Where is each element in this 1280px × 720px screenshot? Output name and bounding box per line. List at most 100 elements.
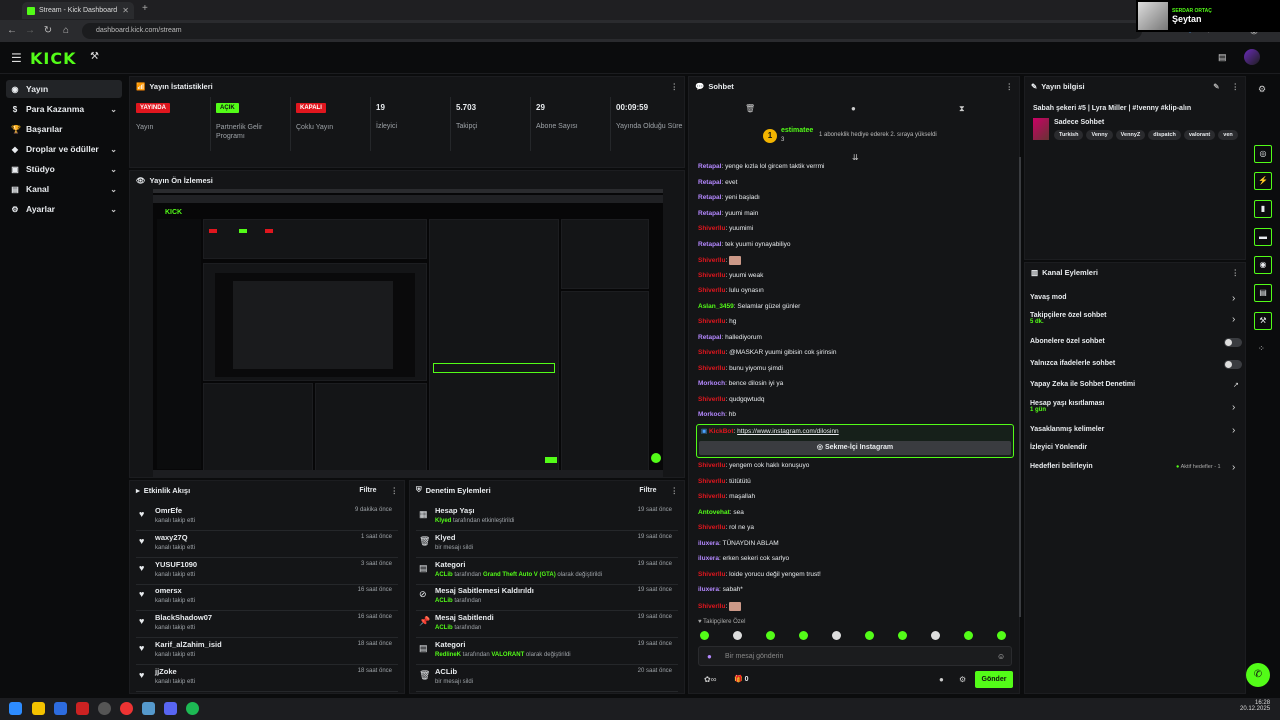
activity-row[interactable]: ♥ YUSUF1090 kanalı takip etti 3 saat önce — [136, 559, 398, 585]
moderation-row[interactable]: 📌 Mesaj Sabitlendi ACLib tarafından 19 saat… — [416, 612, 678, 639]
activity-user[interactable]: jjZoke — [155, 667, 177, 676]
chat-username[interactable]: Shiverllu — [698, 349, 725, 356]
chat-username[interactable]: Retapal — [698, 210, 721, 217]
chevron-down-icon[interactable]: ⌄ — [110, 205, 117, 214]
moderation-more-icon[interactable]: ⋮ — [671, 486, 679, 495]
toggle-switch[interactable] — [1224, 360, 1242, 369]
new-tab-button[interactable]: + — [142, 3, 148, 14]
emote-icon[interactable] — [733, 631, 742, 640]
sidebar-item-1[interactable]: $ Para Kazanma ⌄ — [6, 100, 122, 118]
chat-username[interactable]: Retapal — [698, 163, 721, 170]
chat-username[interactable]: Antovehat — [698, 509, 730, 516]
emote-icon[interactable] — [799, 631, 808, 640]
stream-tag[interactable]: VennyZ — [1115, 130, 1146, 140]
gear-icon[interactable]: ⚙ — [959, 675, 966, 684]
reload-icon[interactable]: ↻ — [42, 25, 54, 37]
external-link-icon[interactable]: ↗ — [1233, 381, 1239, 389]
chat-username[interactable]: Shiverllu — [698, 318, 725, 325]
chat-input[interactable]: ● Bir mesaj gönderin ☺ — [698, 646, 1012, 666]
edit-icon[interactable]: ✎ — [1213, 82, 1219, 91]
chat-username[interactable]: Retapal — [698, 334, 721, 341]
activity-user[interactable]: Karif_alZahim_isid — [155, 640, 222, 649]
chat-username[interactable]: iluxera — [698, 540, 719, 547]
pin-collapse-icon[interactable]: ⇊ — [852, 153, 859, 162]
sidebar-item-4[interactable]: ▣ Stüdyo ⌄ — [6, 160, 122, 178]
activity-row[interactable]: ♥ jjZoke kanalı takip etti 18 saat önce — [136, 666, 398, 692]
chat-username[interactable]: Shiverllu — [698, 396, 725, 403]
clock[interactable]: 16:28 20.12.2025 — [1240, 700, 1270, 712]
send-button[interactable]: Gönder — [975, 671, 1013, 688]
sidebar-item-3[interactable]: ◆ Droplar ve ödüller ⌄ — [6, 140, 122, 158]
channel-action-0[interactable]: Yavaş mod — [1030, 294, 1067, 301]
chat-username[interactable]: Shiverllu — [698, 603, 725, 610]
discord-icon[interactable] — [164, 702, 177, 715]
emote-icon[interactable] — [997, 631, 1006, 640]
stats-more-icon[interactable]: ⋮ — [671, 82, 679, 91]
chat-username[interactable]: Shiverllu — [698, 257, 725, 264]
chat-username[interactable]: Shiverllu — [698, 493, 725, 500]
emote-icon[interactable] — [964, 631, 973, 640]
moderator-name[interactable]: RedlineK — [435, 652, 461, 658]
stream-tag[interactable]: Turkish — [1054, 130, 1084, 140]
chevron-down-icon[interactable]: ⌄ — [110, 165, 117, 174]
chat-username[interactable]: Aslan_3459 — [698, 303, 734, 310]
activity-filter-button[interactable]: Filtre — [359, 487, 376, 494]
chat-username[interactable]: Shiverllu — [698, 365, 725, 372]
category-name[interactable]: Sadece Sohbet — [1054, 119, 1104, 126]
moderation-row[interactable]: 🗑 Klyed bir mesajı sildi 19 saat önce — [416, 532, 678, 558]
activity-row[interactable]: ♥ BlackShadow07 kanalı takip etti 16 saat ö… — [136, 612, 398, 639]
chat-username[interactable]: Retapal — [698, 194, 721, 201]
stream-tag[interactable]: dispatch — [1148, 130, 1181, 140]
instagram-button[interactable]: ◎ Sekme-İçi Instagram — [699, 441, 1011, 455]
moderation-row[interactable]: ▦ Hesap Yaşı Klyed tarafından etkinleştiri… — [416, 505, 678, 531]
display-icon[interactable]: ▤ — [1218, 52, 1227, 63]
stream-preview-video[interactable]: KICK — [153, 189, 663, 477]
emote-icon[interactable] — [766, 631, 775, 640]
moderator-name[interactable]: ACLib — [435, 572, 453, 578]
activity-user[interactable]: BlackShadow07 — [155, 613, 212, 622]
trash-icon[interactable]: 🗑 — [745, 104, 755, 113]
chevron-right-icon[interactable]: › — [1232, 293, 1235, 304]
sidebar-item-5[interactable]: ▤ Kanal ⌄ — [6, 180, 122, 198]
stream-tag[interactable]: valorant — [1183, 130, 1216, 140]
bot-user[interactable]: KickBot — [709, 428, 734, 435]
stream-tag[interactable]: Venny — [1086, 130, 1113, 140]
channel-action-2[interactable]: Abonelere özel sohbet — [1030, 338, 1105, 345]
chat-username[interactable]: Retapal — [698, 179, 721, 186]
app2-icon[interactable] — [142, 702, 155, 715]
channel-action-6[interactable]: Yasaklanmış kelimeler — [1030, 426, 1104, 433]
home-icon[interactable]: ⌂ — [60, 25, 72, 37]
chat-username[interactable]: Shiverllu — [698, 287, 725, 294]
channel-actions-more-icon[interactable]: ⋮ — [1232, 268, 1240, 277]
app-icon[interactable] — [76, 702, 89, 715]
channel-action-3[interactable]: Yalnızca ifadelerle sohbet — [1030, 360, 1115, 367]
emote-icon[interactable] — [931, 631, 940, 640]
gift-user[interactable]: estimatee — [781, 127, 813, 134]
moderation-filter-button[interactable]: Filtre — [639, 487, 656, 494]
chat-settings-icon[interactable]: ● — [939, 675, 944, 684]
chat-username[interactable]: Shiverllu — [698, 462, 725, 469]
moderation-row[interactable]: ⊘ Mesaj Sabitlemesi Kaldırıldı ACLib taraf… — [416, 585, 678, 612]
browser-tab[interactable]: Stream - Kick Dashboard ✕ — [22, 2, 134, 19]
toggle-switch[interactable] — [1224, 338, 1242, 347]
rail-broadcast-icon[interactable]: ◉ — [1254, 256, 1272, 274]
rail-layout-icon[interactable]: ▤ — [1254, 284, 1272, 302]
emoji-icon[interactable]: ☺ — [997, 652, 1005, 661]
chrome-icon[interactable] — [120, 702, 133, 715]
rail-wrench-icon[interactable]: ⚒ — [1254, 312, 1272, 330]
moderation-row[interactable]: ▤ Kategori ACLib tarafından Grand Theft Au… — [416, 559, 678, 585]
moderator-name[interactable]: Klyed — [435, 518, 451, 524]
rail-doc-icon[interactable]: ▮ — [1254, 200, 1272, 218]
address-bar[interactable]: dashboard.kick.com/stream — [82, 23, 1142, 39]
chat-username[interactable]: iluxera — [698, 586, 719, 593]
moderator-name[interactable]: ACLib — [435, 598, 453, 604]
moderation-row[interactable]: ▤ Kategori RedlineK tarafından VALORANT ol… — [416, 639, 678, 665]
activity-row[interactable]: ♥ Karif_alZahim_isid kanalı takip etti 18 s… — [136, 639, 398, 665]
hammer-icon[interactable]: ⚒ — [90, 51, 99, 62]
stream-tag[interactable]: ven — [1218, 130, 1238, 140]
hourglass-icon[interactable]: ⧗ — [959, 104, 965, 114]
channel-action-7[interactable]: İzleyici Yönlendir — [1030, 444, 1087, 451]
back-icon[interactable]: ← — [6, 25, 18, 37]
rail-more-icon[interactable]: ⁘ — [1258, 344, 1265, 353]
rail-bolt-icon[interactable]: ⚡ — [1254, 172, 1272, 190]
